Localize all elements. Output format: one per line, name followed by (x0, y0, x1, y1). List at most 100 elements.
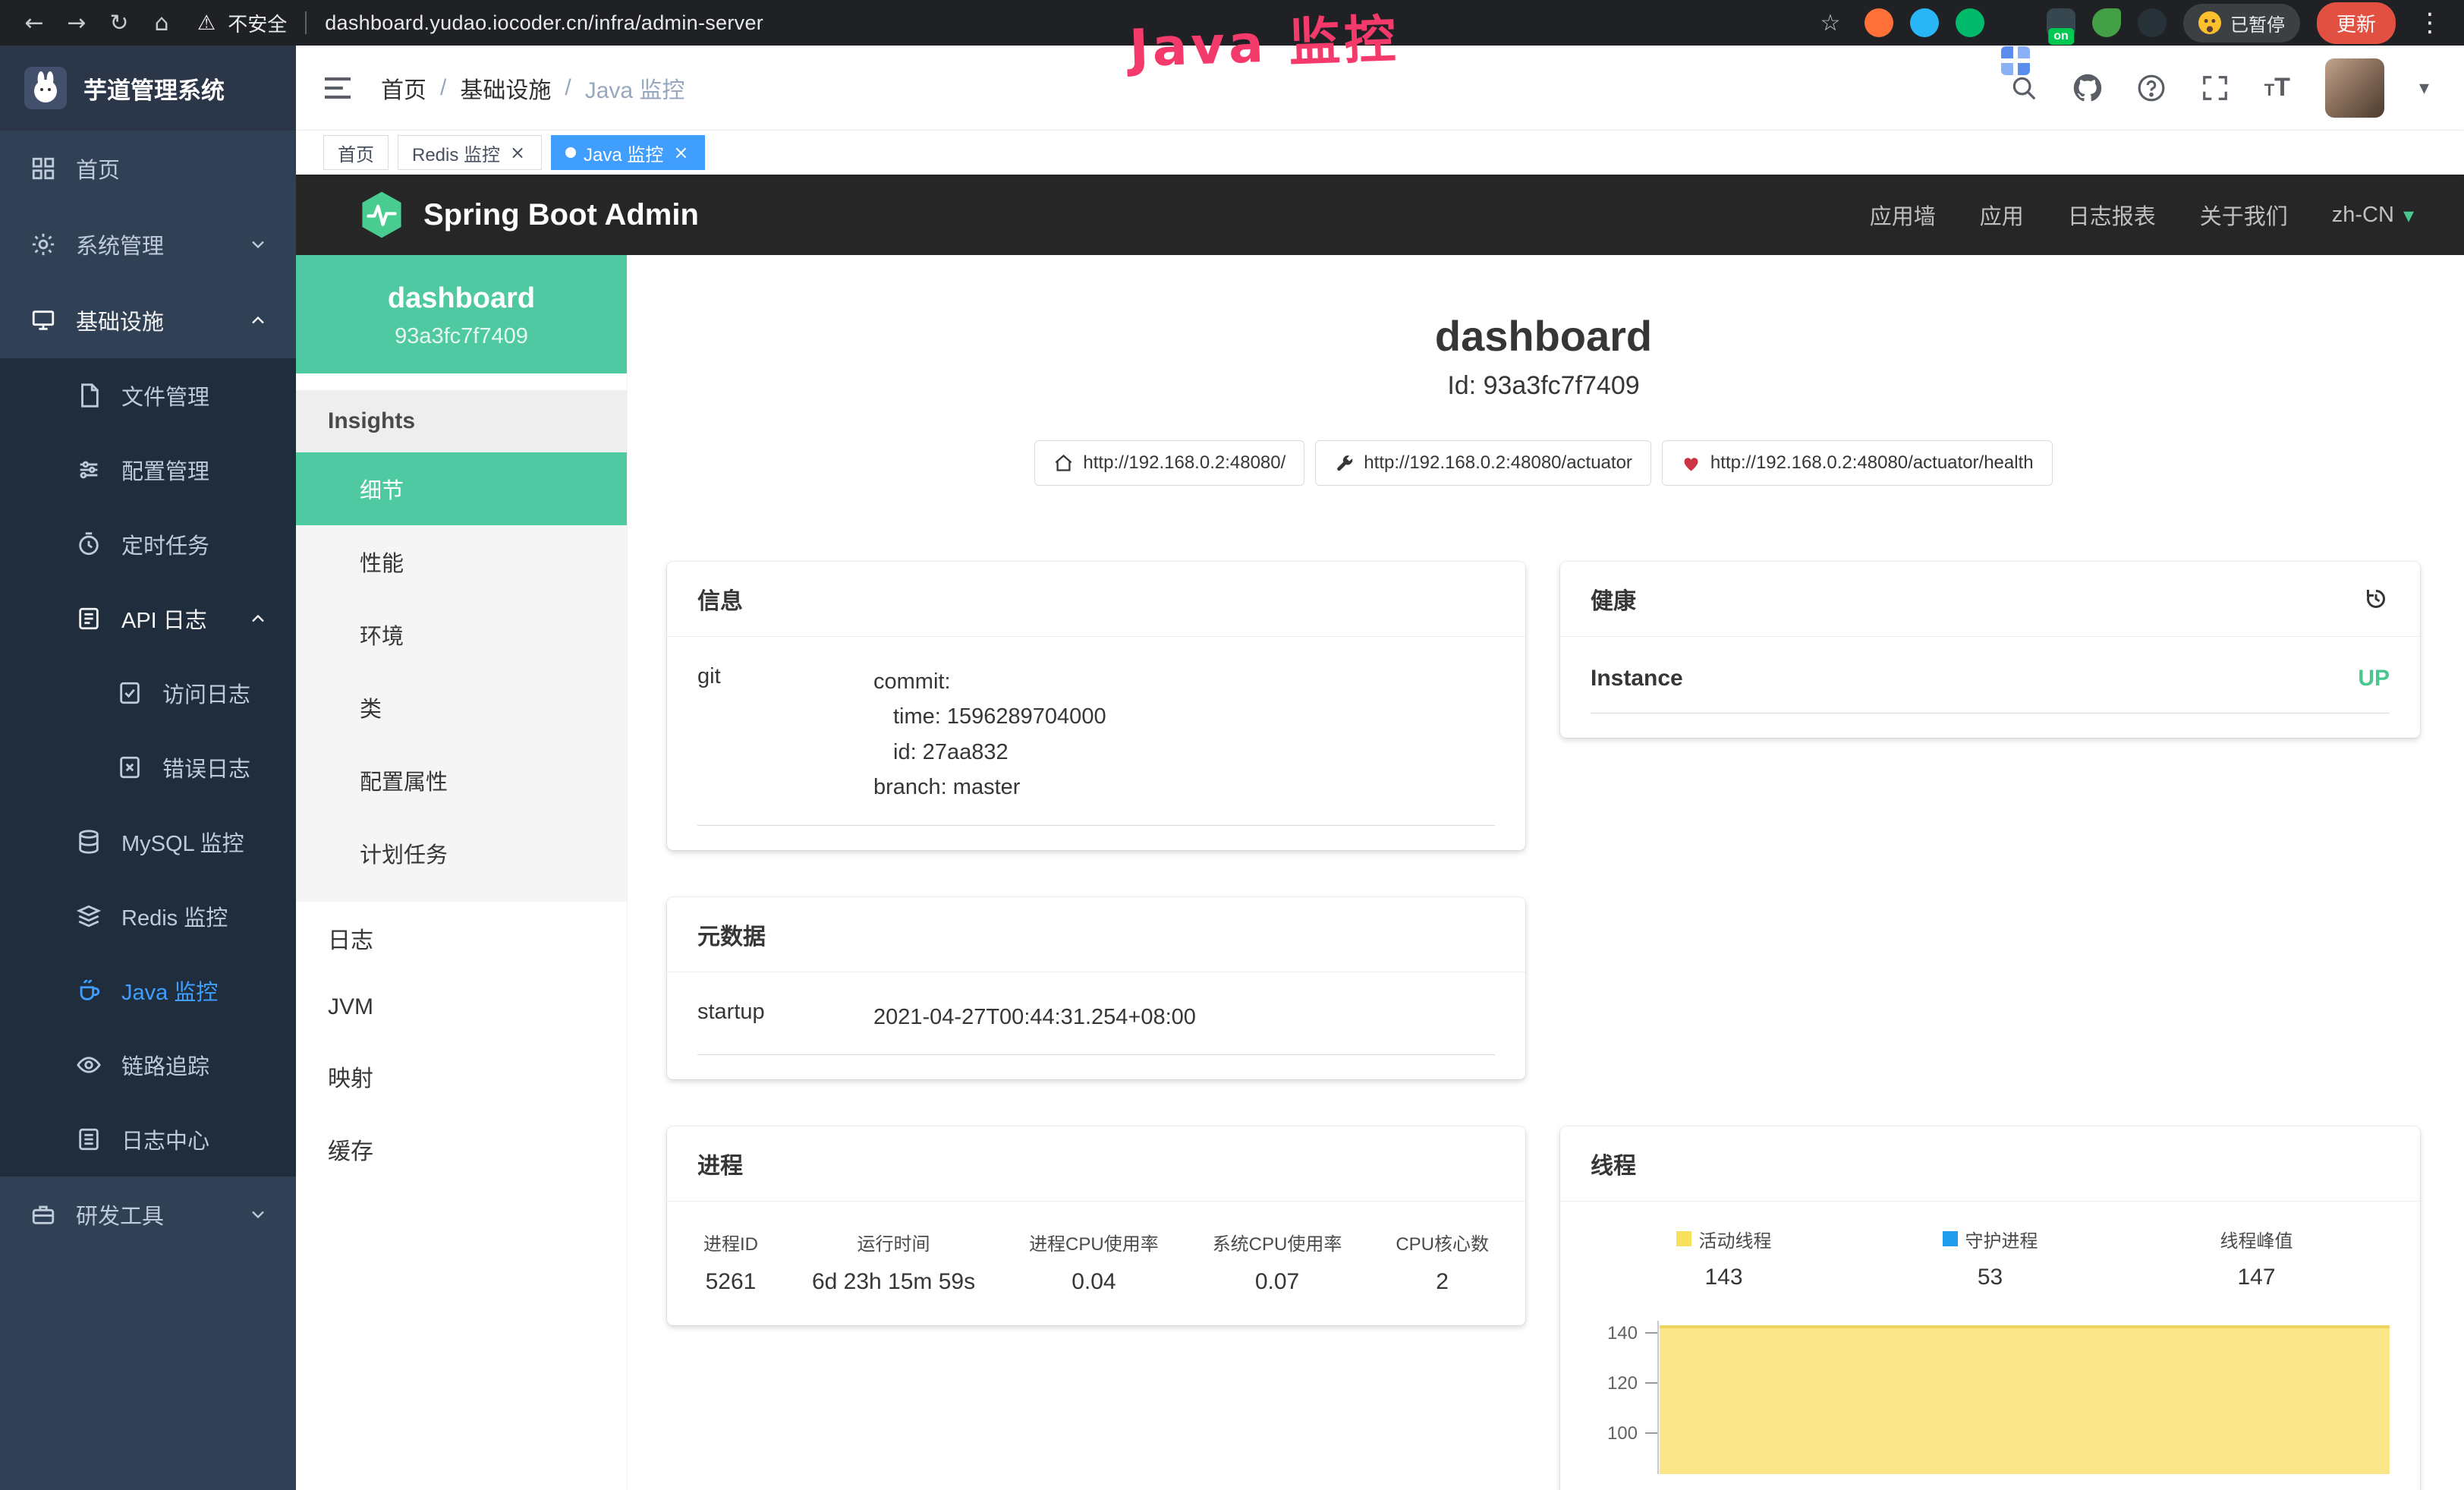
sba-item-caches[interactable]: 缓存 (296, 1113, 627, 1186)
sidebar-item-home[interactable]: 首页 (0, 131, 296, 206)
sidebar-item-api-log[interactable]: API 日志 (0, 581, 296, 656)
sba-content: dashboard Id: 93a3fc7f7409 http://192.16… (628, 255, 2464, 1490)
error-log-icon (117, 754, 143, 780)
sidebar-item-java-monitor[interactable]: Java 监控 (0, 953, 296, 1028)
metadata-startup-row: startup 2021-04-27T00:44:31.254+08:00 (697, 975, 1495, 1055)
sba-item-classes[interactable]: 类 (296, 671, 627, 744)
health-url-button[interactable]: http://192.168.0.2:48080/actuator/health (1662, 440, 2053, 486)
drop-extension-icon[interactable] (1910, 8, 1939, 37)
sidebar-item-error-log[interactable]: 错误日志 (0, 730, 296, 805)
search-icon[interactable] (2009, 74, 2038, 102)
metadata-value: 2021-04-27T00:44:31.254+08:00 (873, 1000, 1495, 1035)
sba-item-environment[interactable]: 环境 (296, 598, 627, 671)
leaf-extension-icon[interactable] (2092, 8, 2121, 37)
browser-forward-icon[interactable]: → (59, 10, 94, 36)
handwritten-annotation: Java 监控 (1128, 0, 1400, 81)
sidebar-item-scheduled-tasks[interactable]: 定时任务 (0, 507, 296, 581)
blue-legend-swatch (1943, 1231, 1958, 1246)
sba-brand[interactable]: Spring Boot Admin (360, 191, 699, 239)
service-url-label: http://192.168.0.2:48080/ (1083, 452, 1285, 474)
history-icon[interactable] (2362, 585, 2390, 613)
sba-nav-journal[interactable]: 日志报表 (2068, 199, 2156, 231)
spring-boot-admin-logo-icon (360, 191, 404, 239)
tab-close-icon[interactable]: × (671, 143, 691, 162)
info-key: git (697, 664, 873, 805)
process-col-value: 6d 23h 15m 59s (812, 1269, 975, 1295)
paused-badge[interactable]: 已暂停 (2183, 4, 2300, 43)
browser-reload-icon[interactable]: ↻ (102, 10, 137, 36)
info-card-title: 信息 (697, 582, 743, 616)
app-logo[interactable]: 芋道管理系统 (0, 46, 296, 131)
hamburger-icon[interactable] (322, 75, 354, 101)
avatar-caret-icon[interactable]: ▾ (2419, 77, 2429, 99)
sidebar-item-label: 定时任务 (121, 528, 209, 560)
sba-item-scheduled-tasks[interactable]: 计划任务 (296, 817, 627, 890)
sidebar-item-label: 访问日志 (162, 677, 250, 709)
git-branch-line: branch: master (873, 770, 1495, 805)
sba-nav-wallboard[interactable]: 应用墙 (1870, 199, 1936, 231)
url-text[interactable]: dashboard.yudao.iocoder.cn/infra/admin-s… (325, 11, 763, 35)
rabbit-logo-icon (24, 67, 67, 109)
sidebar-item-trace[interactable]: 链路追踪 (0, 1028, 296, 1102)
tab-home[interactable]: 首页 (323, 135, 389, 170)
breadcrumb-home[interactable]: 首页 (381, 71, 426, 105)
sba-locale-select[interactable]: zh-CN ▾ (2332, 203, 2414, 228)
browser-update-button[interactable]: 更新 (2317, 2, 2396, 44)
user-avatar[interactable] (2325, 58, 2384, 118)
actuator-url-button[interactable]: http://192.168.0.2:48080/actuator (1315, 440, 1651, 486)
sba-item-details[interactable]: 细节 (296, 452, 627, 525)
bookmark-star-icon[interactable]: ☆ (1813, 10, 1848, 36)
github-icon[interactable] (2073, 74, 2102, 102)
switch-extension-icon[interactable]: on (2047, 8, 2075, 37)
sba-item-mappings[interactable]: 映射 (296, 1040, 627, 1113)
sidebar-item-log-center[interactable]: 日志中心 (0, 1102, 296, 1177)
health-instance-row[interactable]: Instance UP (1591, 640, 2390, 713)
sba-item-metrics[interactable]: 性能 (296, 525, 627, 598)
git-commit-line: commit: (873, 664, 1495, 699)
breadcrumb-infrastructure[interactable]: 基础设施 (460, 71, 551, 105)
sidebar-item-access-log[interactable]: 访问日志 (0, 656, 296, 730)
security-label[interactable]: 不安全 (228, 9, 287, 37)
sidebar-item-redis-monitor[interactable]: Redis 监控 (0, 879, 296, 953)
tab-java-monitor[interactable]: Java 监控 × (551, 135, 705, 170)
grid-extension-icon[interactable] (2001, 46, 2030, 75)
sba-instance-header[interactable]: dashboard 93a3fc7f7409 (296, 255, 627, 373)
process-col-label: 进程ID (703, 1229, 758, 1255)
green-extension-icon[interactable] (1956, 8, 1984, 37)
browser-menu-icon[interactable]: ⋮ (2412, 8, 2447, 38)
url-bar[interactable]: ⚠ 不安全 dashboard.yudao.iocoder.cn/infra/a… (197, 9, 1795, 37)
sidebar-item-label: 基础设施 (76, 304, 164, 336)
browser-home-icon[interactable]: ⌂ (144, 10, 179, 36)
sidebar-item-file-manage[interactable]: 文件管理 (0, 358, 296, 433)
plane-extension-icon[interactable] (2138, 8, 2167, 37)
mysql-icon (76, 829, 102, 855)
cpu-cores-col: CPU核心数 2 (1396, 1229, 1489, 1295)
fullscreen-icon[interactable] (2201, 74, 2230, 102)
metadata-card-title: 元数据 (697, 918, 766, 951)
metadata-key: startup (697, 1000, 873, 1035)
sidebar-item-config-manage[interactable]: 配置管理 (0, 433, 296, 507)
sba-nav-about[interactable]: 关于我们 (2200, 199, 2288, 231)
sidebar-item-system[interactable]: 系统管理 (0, 206, 296, 282)
process-col-label: 运行时间 (812, 1229, 975, 1255)
sba-item-config-props[interactable]: 配置属性 (296, 744, 627, 817)
font-size-icon[interactable]: TT (2264, 73, 2290, 102)
sba-nav-applications[interactable]: 应用 (1980, 199, 2024, 231)
process-col-value: 0.04 (1029, 1269, 1159, 1295)
fox-extension-icon[interactable] (1865, 8, 1893, 37)
sidebar-item-label: 文件管理 (121, 380, 209, 411)
service-url-button[interactable]: http://192.168.0.2:48080/ (1034, 440, 1304, 486)
tab-redis-monitor[interactable]: Redis 监控 × (398, 135, 542, 170)
tab-close-icon[interactable]: × (508, 143, 527, 162)
help-icon[interactable] (2137, 74, 2166, 102)
sba-item-jvm[interactable]: JVM (296, 975, 627, 1040)
browser-back-icon[interactable]: ← (17, 10, 52, 36)
sba-item-logs[interactable]: 日志 (296, 902, 627, 975)
sidebar-item-mysql-monitor[interactable]: MySQL 监控 (0, 805, 296, 879)
process-col-label: 系统CPU使用率 (1213, 1229, 1342, 1255)
health-heart-icon (1681, 453, 1701, 474)
sidebar-item-dev-tools[interactable]: 研发工具 (0, 1177, 296, 1252)
sidebar-item-infrastructure[interactable]: 基础设施 (0, 282, 296, 358)
process-col-value: 2 (1396, 1269, 1489, 1295)
threads-chart: 140 120 100 (1591, 1315, 2390, 1474)
